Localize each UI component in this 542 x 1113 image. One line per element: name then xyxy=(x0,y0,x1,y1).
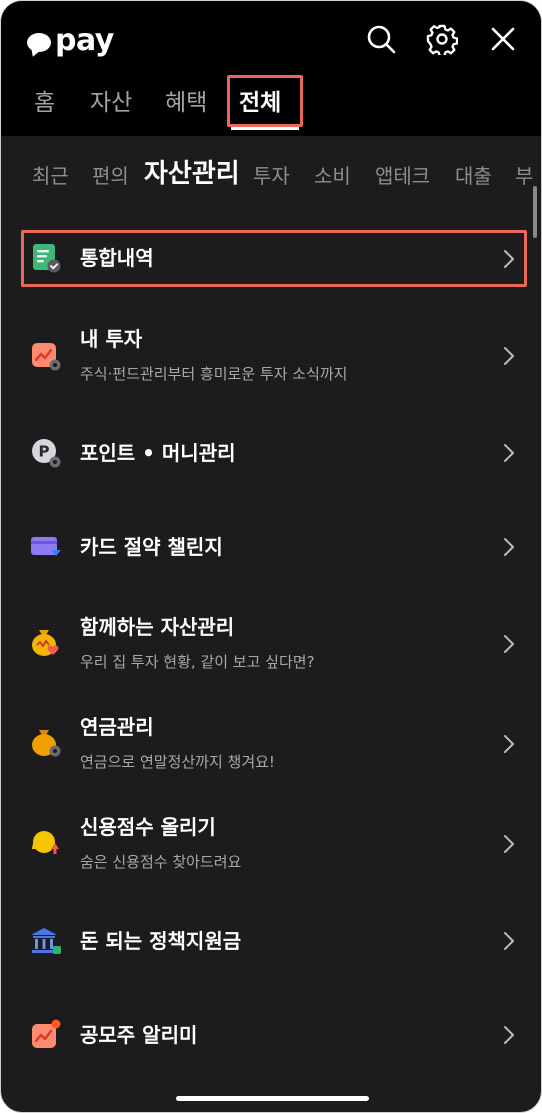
menu-item-title: 내 투자 xyxy=(80,327,143,351)
subtab-apptech[interactable]: 앱테크 xyxy=(375,159,430,193)
subtab-investment[interactable]: 투자 xyxy=(253,159,290,193)
card-challenge-icon xyxy=(31,537,61,556)
gear-icon[interactable] xyxy=(426,23,458,55)
close-icon[interactable] xyxy=(487,23,519,55)
subtab-asset-management[interactable]: 자산관리 xyxy=(144,157,240,191)
menu-item-shared-asset[interactable]: 함께하는 자산관리 우리 집 투자 현황, 같이 보고 싶다면? xyxy=(1,601,541,687)
logo-text: pay xyxy=(55,23,114,58)
active-tab-indicator xyxy=(231,127,299,130)
subtab-recent[interactable]: 최근 xyxy=(32,159,69,193)
chevron-right-icon xyxy=(504,835,514,853)
credit-score-icon xyxy=(32,831,59,854)
app-screen: pay 홈 자산 혜택 전체 최근 편의 자산관리 투자 소비 앱테크 대출 부… xyxy=(0,0,542,1113)
search-icon[interactable] xyxy=(365,23,397,55)
subtab-convenience[interactable]: 편의 xyxy=(92,159,129,193)
point-coin-icon: P xyxy=(32,439,61,468)
chevron-right-icon xyxy=(504,735,514,753)
menu-item-pension[interactable]: 연금관리 연금으로 연말정산까지 챙겨요! xyxy=(1,701,541,787)
shared-money-bag-icon xyxy=(32,630,59,656)
menu-item-title: 함께하는 자산관리 xyxy=(80,615,235,639)
chevron-right-icon xyxy=(504,1026,514,1044)
menu-item-card-challenge[interactable]: 카드 절약 챌린지 xyxy=(1,515,541,579)
tab-highlight-box xyxy=(227,75,303,127)
menu-item-policy-support[interactable]: 돈 되는 정책지원금 xyxy=(1,909,541,973)
tab-home[interactable]: 홈 xyxy=(34,77,55,129)
home-indicator[interactable] xyxy=(176,1096,369,1101)
menu-highlight-box xyxy=(21,230,527,287)
subtab-loan[interactable]: 대출 xyxy=(455,159,492,193)
svg-text:P: P xyxy=(39,443,50,461)
chevron-right-icon xyxy=(504,932,514,950)
menu-item-credit-score[interactable]: 신용점수 올리기 숨은 신용점수 찾아드려요 xyxy=(1,801,541,887)
menu-item-title: 카드 절약 챌린지 xyxy=(80,535,223,559)
category-subtabs: 최근 편의 자산관리 투자 소비 앱테크 대출 부 xyxy=(1,137,541,217)
menu-item-my-investment[interactable]: 내 투자 주식·펀드관리부터 흥미로운 투자 소식까지 xyxy=(1,313,541,399)
subtab-spending[interactable]: 소비 xyxy=(314,159,351,193)
investment-chart-icon xyxy=(32,343,61,371)
menu-item-title: 연금관리 xyxy=(80,715,154,739)
chevron-right-icon xyxy=(504,635,514,653)
menu-item-points-money[interactable]: P 포인트 • 머니관리 xyxy=(1,421,541,485)
tab-assets[interactable]: 자산 xyxy=(90,77,132,129)
chevron-right-icon xyxy=(504,347,514,365)
menu-item-title: 포인트 • 머니관리 xyxy=(80,441,236,465)
tab-benefits[interactable]: 혜택 xyxy=(165,77,207,129)
menu-item-subtitle: 주식·펀드관리부터 흥미로운 투자 소식까지 xyxy=(80,365,348,383)
pension-bag-icon xyxy=(32,730,61,757)
menu-item-subtitle: 우리 집 투자 현황, 같이 보고 싶다면? xyxy=(80,653,315,671)
subtab-more[interactable]: 부 xyxy=(515,159,533,193)
bank-building-icon xyxy=(31,928,61,954)
menu-item-subtitle: 연금으로 연말정산까지 챙겨요! xyxy=(80,753,275,771)
chevron-right-icon xyxy=(504,538,514,556)
menu-item-ipo-alert[interactable]: 공모주 알리미 xyxy=(1,1003,541,1067)
chevron-right-icon xyxy=(504,444,514,462)
ipo-alert-icon xyxy=(32,1019,61,1048)
speech-bubble-icon xyxy=(27,32,51,52)
kakaopay-logo: pay xyxy=(27,21,114,61)
menu-item-subtitle: 숨은 신용점수 찾아드려요 xyxy=(80,853,242,871)
menu-item-title: 신용점수 올리기 xyxy=(80,815,216,839)
menu-item-title: 돈 되는 정책지원금 xyxy=(80,929,242,953)
menu-item-title: 공모주 알리미 xyxy=(80,1023,198,1047)
